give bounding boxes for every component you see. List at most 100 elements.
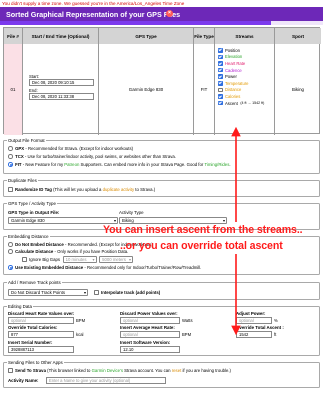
serial-number-label: Insert Serial Number:: [8, 340, 53, 345]
ignore-gaps-value: 10 minutes: [65, 257, 87, 262]
timing-rides-link[interactable]: Timing/Rides: [204, 162, 229, 167]
stream-label: Position: [225, 47, 240, 53]
gps-type-value: Garmin Edge 830: [11, 218, 45, 223]
send-strava-desc: (This browser linked to: [45, 368, 92, 373]
stream-checkbox[interactable]: [218, 61, 223, 66]
adjust-power-input[interactable]: optional: [236, 317, 272, 324]
ignore-gaps-checkbox[interactable]: [22, 257, 27, 262]
send-strava-checkbox[interactable]: [8, 368, 13, 373]
gps-type-select[interactable]: Garmin Edge 830 ▾: [8, 217, 118, 224]
header-gps-type: GPS Type: [99, 28, 194, 44]
patreon-link[interactable]: Patreon: [64, 162, 79, 167]
output-gpx-option[interactable]: GPX - Recommended for Strava. (Except fo…: [8, 146, 133, 151]
send-to-strava-option[interactable]: Send To Strava (This browser linked to G…: [8, 368, 231, 373]
stream-label: Temperature: [225, 80, 249, 86]
insert-avg-hr-input[interactable]: optional: [120, 331, 180, 338]
use-existing-radio[interactable]: [8, 265, 13, 270]
stream-item[interactable]: Heart Rate: [218, 60, 264, 67]
stream-item[interactable]: Position: [218, 47, 264, 54]
activity-type-select[interactable]: Biking ▾: [119, 217, 227, 224]
close-icon[interactable]: ×: [166, 10, 173, 17]
garmin-device-link[interactable]: Garmin Device's: [92, 368, 123, 373]
stream-item[interactable]: Distance: [218, 87, 264, 94]
calc-distance-label: Calculate Distance: [15, 249, 54, 254]
software-version-input[interactable]: 12.10: [120, 346, 180, 353]
stream-item[interactable]: Calories: [218, 93, 264, 100]
output-fit-option[interactable]: FIT - New Feature for my Patreon Support…: [8, 162, 231, 167]
files-table: File # Start / End Time (Optional) GPS T…: [3, 27, 321, 135]
tcx-radio[interactable]: [8, 154, 13, 159]
header-file-num: File #: [4, 28, 23, 44]
fit-desc-2: Supporters. Can embed more info in your …: [79, 162, 205, 167]
file-type-cell: FIT: [194, 44, 215, 135]
stream-label: Power: [225, 74, 237, 80]
stream-checkbox[interactable]: [218, 100, 223, 106]
embedding-legend: Embedding Distance: [7, 234, 50, 239]
stream-checkbox[interactable]: [218, 81, 223, 86]
use-existing-option[interactable]: Use Existing Embedded Distance - Recomme…: [8, 265, 201, 270]
stream-label: Heart Rate: [225, 60, 246, 66]
send-strava-label: Send To Strava: [15, 368, 46, 373]
activity-name-input[interactable]: Enter a Name to give your activity (opti…: [46, 377, 166, 384]
randomize-desc-end: to Strava.): [134, 187, 156, 192]
stream-checkbox[interactable]: [218, 54, 223, 60]
progress-bar: [0, 21, 323, 25]
interpolate-option[interactable]: Interpolate track (add points): [94, 290, 160, 295]
duplicate-activity-link[interactable]: duplicate activity: [103, 187, 135, 192]
stream-checkbox[interactable]: [218, 74, 223, 79]
sport-cell: Biking: [292, 87, 304, 92]
header-streams: Streams: [215, 28, 275, 44]
interpolate-checkbox[interactable]: [94, 290, 99, 295]
override-calories-input[interactable]: 877: [8, 331, 74, 338]
stream-checkbox[interactable]: [218, 94, 223, 99]
no-embed-radio[interactable]: [8, 242, 13, 247]
discard-hr-input[interactable]: optional: [8, 317, 74, 324]
chevron-down-icon: ▾: [92, 257, 95, 262]
insert-avg-hr-label: Insert Average Heart Rate:: [120, 325, 175, 330]
stream-item[interactable]: Cadence: [218, 67, 264, 74]
gpx-radio[interactable]: [8, 146, 13, 151]
serial-number-input[interactable]: 3928887113: [8, 346, 74, 353]
chevron-down-icon: ▾: [129, 257, 132, 262]
stream-checkbox[interactable]: [218, 48, 223, 53]
stream-item[interactable]: Temperature: [218, 80, 264, 87]
discard-power-input[interactable]: optional: [120, 317, 180, 324]
reset-link[interactable]: reset: [172, 368, 182, 373]
trackpoints-fieldset: Add / Remove Track points Do Not Discard…: [3, 280, 320, 300]
calc-distance-option[interactable]: Calculate Distance - Only works if you h…: [8, 249, 128, 254]
stream-item[interactable]: Ascent (4 ft → 1542 ft): [218, 100, 264, 107]
randomize-id-option[interactable]: Randomize ID Tag (This will let you uplo…: [8, 187, 155, 192]
ignore-gaps-select[interactable]: 10 minutes ▾: [62, 256, 97, 263]
smooth-value: 5000 meters: [102, 257, 126, 262]
smooth-select[interactable]: 5000 meters ▾: [99, 256, 134, 263]
discard-points-select[interactable]: Do Not Discard Track Points ▾: [8, 289, 88, 296]
calc-distance-radio[interactable]: [8, 249, 13, 254]
stream-checkbox[interactable]: [218, 87, 223, 93]
randomize-label: Randomize ID Tag: [15, 187, 52, 192]
gpx-label: GPX: [15, 146, 25, 151]
randomize-checkbox[interactable]: [8, 187, 13, 192]
send-strava-desc-3: if you are having trouble.): [181, 368, 231, 373]
stream-item[interactable]: Elevation: [218, 54, 264, 61]
override-calories-label: Override Total Calories:: [8, 325, 58, 330]
override-ascent-label: Override Total Ascent :: [236, 325, 284, 330]
gps-type-legend: GPS Type / Activity Type: [7, 201, 57, 206]
override-calories-unit: kcal: [76, 332, 84, 337]
ignore-gaps-row: Ignore Big Gaps 10 minutes ▾ 5000 meters ▾: [22, 256, 134, 263]
end-time-input[interactable]: Dec 08, 2020 11:33:38: [29, 93, 94, 100]
tcx-desc: - Use for turbo/trainer/indoor activity,…: [23, 154, 176, 159]
start-time-input[interactable]: Dec 08, 2020 09:10:15: [29, 79, 94, 86]
discard-hr-unit: BPM: [76, 318, 86, 323]
editing-legend: Editing Data: [7, 304, 33, 309]
randomize-desc: (This will let you upload a: [51, 187, 103, 192]
override-ascent-input[interactable]: 1542: [236, 331, 272, 338]
activity-name-label: Activity Name:: [8, 378, 39, 383]
sending-fieldset: Sending Files to Other Apps Send To Stra…: [3, 360, 320, 388]
streams-cell: Position Elevation Heart Rate Cadence Power T…: [215, 44, 275, 135]
fit-radio[interactable]: [8, 162, 13, 167]
output-tcx-option[interactable]: TCX - Use for turbo/trainer/indoor activ…: [8, 154, 176, 159]
stream-checkbox[interactable]: [218, 67, 223, 73]
stream-item[interactable]: Power: [218, 73, 264, 80]
header-sport: Sport: [275, 28, 321, 44]
callout-override-ascent: ..or you can override total ascent: [120, 240, 283, 252]
